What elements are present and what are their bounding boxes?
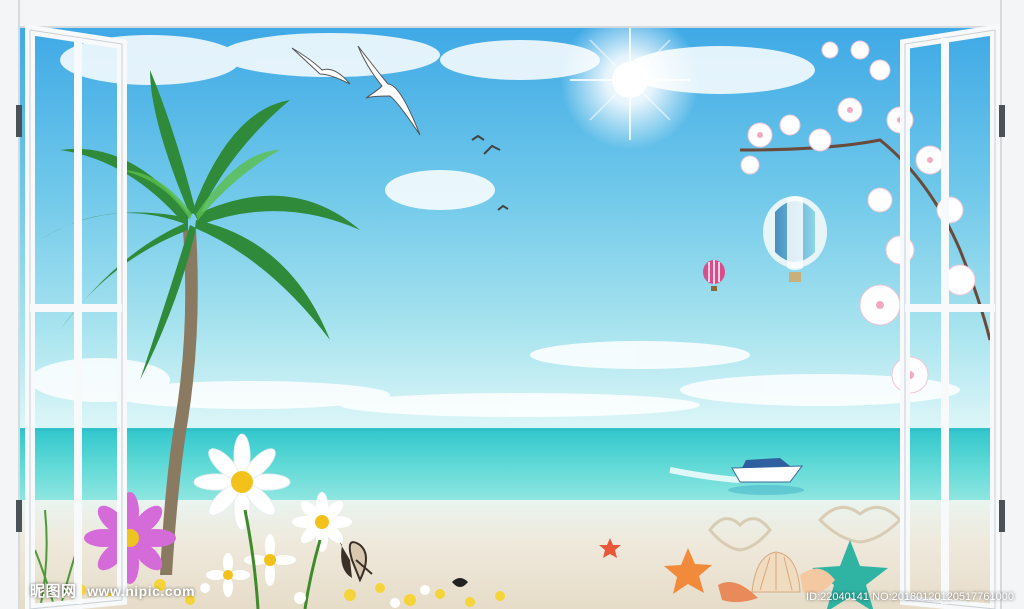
left-window-pane (16, 24, 127, 609)
beach-window-scene: 昵图网 www.nipic.com ID:22040141 NO:2018012… (0, 0, 1024, 609)
open-window-frame (16, 24, 1005, 609)
watermark-id: ID:22040141 NO:20180120120517761000 (806, 591, 1014, 603)
watermark-logo: 昵图网 www.nipic.com (30, 580, 195, 601)
watermark-logo-text: 昵图网 (30, 583, 77, 600)
watermark-url: www.nipic.com (87, 583, 196, 599)
right-window-pane (900, 24, 1005, 609)
